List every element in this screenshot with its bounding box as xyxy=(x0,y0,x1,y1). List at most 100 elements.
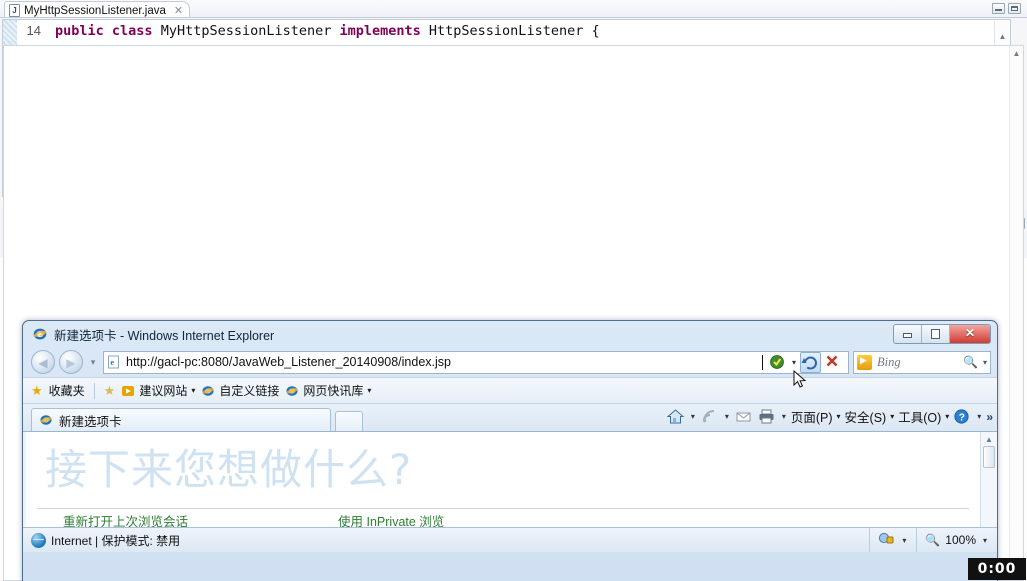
stop-button[interactable] xyxy=(823,352,843,372)
chevron-down-icon[interactable]: ▾ xyxy=(191,386,195,395)
page-divider xyxy=(37,508,969,509)
console-vertical-scrollbar[interactable]: ▲ xyxy=(1009,46,1023,580)
svg-text:e: e xyxy=(38,330,42,339)
compatibility-view-icon[interactable] xyxy=(768,353,788,372)
timer-overlay: 0:00 xyxy=(968,558,1026,580)
console-scroll-up-icon[interactable]: ▲ xyxy=(1012,50,1021,58)
bing-provider-icon xyxy=(857,354,872,370)
restore-icon[interactable] xyxy=(922,325,950,343)
editor-window-controls xyxy=(992,3,1021,14)
ie-logo-icon: e xyxy=(32,326,48,342)
suggested-sites-icon xyxy=(121,384,135,398)
address-url-text: http://gacl-pc:8080/JavaWeb_Listener_201… xyxy=(126,355,451,369)
command-bar-menu-label: 安全(S) xyxy=(844,411,887,425)
page-vertical-scrollbar[interactable]: ▲ xyxy=(980,432,997,527)
editor-tab-myhttpsessionlistener[interactable]: J MyHttpSessionListener.java ✕ xyxy=(4,1,191,18)
chevron-down-icon[interactable]: ▾ xyxy=(367,386,371,395)
search-box[interactable]: Bing 🔍 ▾ xyxy=(853,350,991,374)
add-to-favorites-icon[interactable]: ★ xyxy=(104,383,116,399)
zoom-caret-icon[interactable]: ▾ xyxy=(981,536,989,545)
command-bar-menu[interactable]: 工具(O) ▾ xyxy=(898,407,949,426)
home-icon[interactable] xyxy=(666,407,686,426)
maximize-icon[interactable] xyxy=(1008,3,1021,14)
chevron-down-icon[interactable]: ▾ xyxy=(890,412,894,421)
chevron-down-icon[interactable]: ▾ xyxy=(945,412,949,421)
page-link-list: 重新打开上次浏览会话 使用 InPrivate 浏览 xyxy=(63,511,967,527)
editor-tab-bar: J MyHttpSessionListener.java ✕ xyxy=(0,0,1027,18)
ie-status-bar: Internet | 保护模式: 禁用 ▾ 🔍 100% ▾ xyxy=(23,527,997,552)
ie-page-icon xyxy=(201,384,215,398)
internet-explorer-window: e 新建选项卡 - Windows Internet Explorer ◀ ▶ … xyxy=(22,320,998,581)
ie-page-icon: e xyxy=(107,355,121,369)
print-caret-icon[interactable]: ▾ xyxy=(780,412,788,421)
address-bar[interactable]: e http://gacl-pc:8080/JavaWeb_Listener_2… xyxy=(103,350,849,374)
close-icon[interactable] xyxy=(950,325,990,343)
minimize-icon[interactable] xyxy=(992,3,1005,14)
compatibility-caret-icon[interactable]: ▾ xyxy=(790,358,798,367)
rss-feeds-icon[interactable] xyxy=(700,407,720,426)
code-token: public xyxy=(55,23,112,39)
help-caret-icon[interactable]: ▾ xyxy=(975,412,983,421)
page-link[interactable]: 使用 InPrivate 浏览 xyxy=(338,511,444,527)
mouse-cursor-icon xyxy=(793,369,807,390)
forward-button[interactable]: ▶ xyxy=(59,350,83,374)
ie-title-text: 新建选项卡 - Windows Internet Explorer xyxy=(54,328,275,343)
status-zoom-cell[interactable]: 🔍 100% ▾ xyxy=(917,528,997,552)
code-token: MyHttpSessionListener xyxy=(160,23,340,39)
favorites-item-label: 网页快讯库 xyxy=(303,384,364,398)
search-input[interactable]: Bing xyxy=(877,355,958,370)
java-file-icon: J xyxy=(9,4,20,17)
history-dropdown-icon[interactable]: ▾ xyxy=(87,357,99,368)
favorites-bar: ★ 收藏夹 ★ 建议网站 ▾ 自定义链接 网页快讯库 ▾ xyxy=(23,377,997,403)
command-bar-menu[interactable]: 安全(S) ▾ xyxy=(845,407,895,426)
favorites-star-icon[interactable]: ★ xyxy=(31,383,43,399)
line-number: 14 xyxy=(26,23,41,38)
favorites-item[interactable]: 网页快讯库 ▾ xyxy=(285,382,371,399)
command-bar-menu-label: 页面(P) xyxy=(790,411,833,425)
minimize-icon[interactable] xyxy=(894,325,922,343)
ie-tab-label: 新建选项卡 xyxy=(59,414,122,429)
favorites-label[interactable]: 收藏夹 xyxy=(49,382,85,399)
chevron-down-icon[interactable]: ▾ xyxy=(837,412,841,421)
svg-text:e: e xyxy=(111,358,115,367)
read-mail-icon[interactable] xyxy=(734,407,754,426)
scroll-up-icon[interactable]: ▲ xyxy=(998,33,1007,41)
screen: J MyHttpSessionListener.java ✕ 14 public … xyxy=(0,0,1027,581)
ie-page-icon xyxy=(285,384,299,398)
status-zone-cell[interactable]: Internet | 保护模式: 禁用 xyxy=(23,528,871,552)
new-tab-button[interactable] xyxy=(335,411,363,431)
command-bar-menu[interactable]: 页面(P) ▾ xyxy=(791,407,841,426)
page-scrollbar-thumb[interactable] xyxy=(983,446,995,468)
editor-tab-underline xyxy=(0,17,1027,18)
favorites-item-label: 自定义链接 xyxy=(219,384,280,398)
command-bar-overflow-icon[interactable]: » xyxy=(986,410,993,424)
ie-page-content[interactable]: 接下来您想做什么? 重新打开上次浏览会话 使用 InPrivate 浏览 ▲ xyxy=(23,431,997,527)
code-token: class xyxy=(111,23,161,39)
code-token: implements xyxy=(339,23,429,39)
privacy-report-icon xyxy=(878,531,895,549)
status-privacy-cell[interactable]: ▾ xyxy=(870,528,918,552)
home-caret-icon[interactable]: ▾ xyxy=(689,412,697,421)
ie-tab-newtab[interactable]: 新建选项卡 xyxy=(31,408,331,431)
back-button[interactable]: ◀ xyxy=(31,350,55,374)
ie-title-bar[interactable]: e 新建选项卡 - Windows Internet Explorer xyxy=(23,321,997,347)
text-caret xyxy=(762,354,763,370)
favorites-items: 建议网站 ▾ 自定义链接 网页快讯库 ▾ xyxy=(121,382,371,399)
page-scroll-up-icon[interactable]: ▲ xyxy=(985,435,993,444)
ie-window-controls xyxy=(893,324,991,344)
page-heading: 接下来您想做什么? xyxy=(45,445,413,494)
help-icon[interactable]: ? xyxy=(952,407,972,426)
feeds-caret-icon[interactable]: ▾ xyxy=(723,412,731,421)
print-icon[interactable] xyxy=(757,407,777,426)
ie-page-icon xyxy=(39,413,53,427)
code-line[interactable]: 14 public class MyHttpSessionListener imp… xyxy=(17,20,988,42)
favorites-separator xyxy=(93,382,95,399)
close-icon[interactable]: ✕ xyxy=(174,4,183,17)
favorites-item[interactable]: 建议网站 ▾ xyxy=(121,382,195,399)
search-provider-caret-icon[interactable]: ▾ xyxy=(983,358,987,367)
search-icon[interactable]: 🔍 xyxy=(963,355,978,369)
page-link[interactable]: 重新打开上次浏览会话 xyxy=(63,511,188,527)
privacy-caret-icon[interactable]: ▾ xyxy=(900,536,908,545)
favorites-item[interactable]: 自定义链接 xyxy=(201,382,279,399)
ie-address-row: ◀ ▶ ▾ e http://gacl-pc:8080/JavaWeb_List… xyxy=(23,347,997,377)
